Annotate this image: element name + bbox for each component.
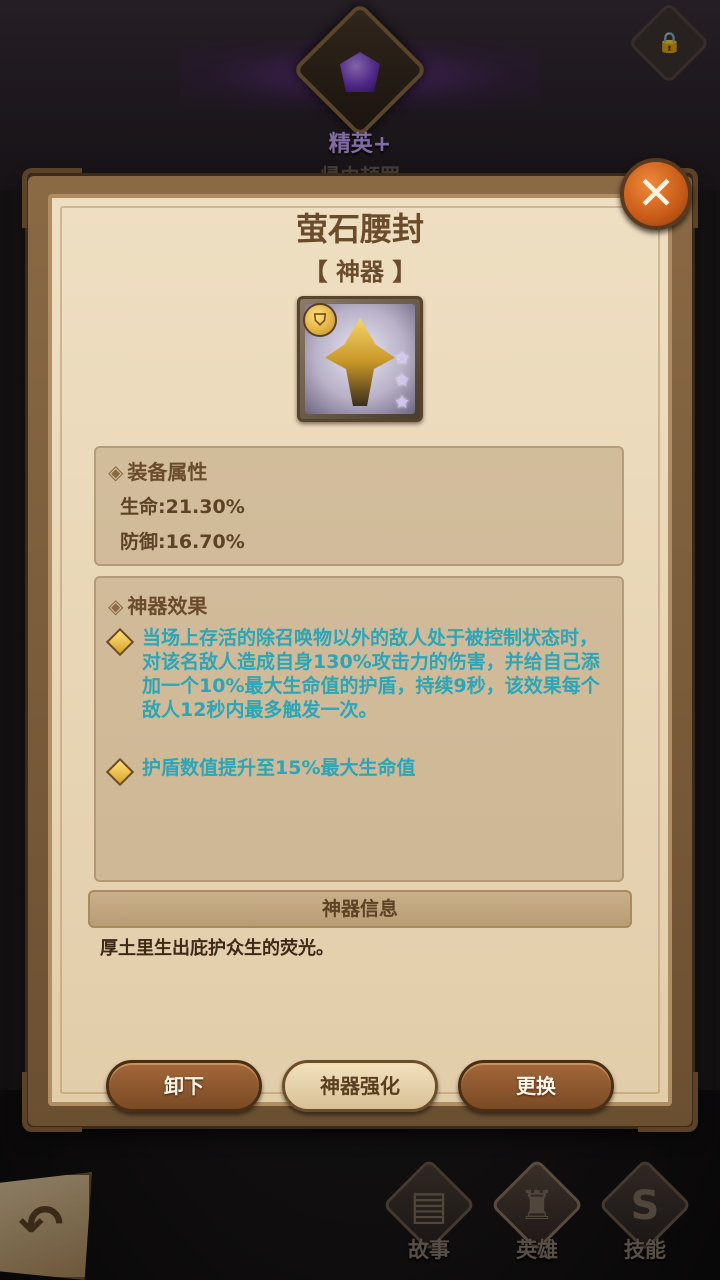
info-heading: 神器信息	[321, 898, 398, 920]
frame-corner-ornament	[638, 1072, 698, 1132]
item-type-label: 【 神器 】	[303, 258, 417, 286]
attribute-line: 防御:16.70%	[120, 531, 245, 553]
artifact-info-bar: 神器信息	[88, 890, 632, 928]
shield-glyph: ⛉	[313, 310, 326, 329]
attributes-heading-text: 装备属性	[127, 460, 208, 484]
diamond-bullet-icon: ◈	[108, 594, 124, 618]
star-icon: ★	[394, 370, 411, 391]
effect-text: 当场上存活的除召唤物以外的敌人处于被控制状态时，对该名敌人造成自身130%攻击力…	[142, 627, 600, 721]
attributes-heading: ◈ 装备属性	[108, 456, 207, 485]
diamond-bullet-icon: ◈	[108, 460, 124, 484]
gold-diamond-icon	[105, 757, 135, 787]
effects-heading-text: 神器效果	[127, 594, 208, 618]
artifact-flavor-text: 厚土里生出庇护众生的荧光。	[100, 938, 334, 959]
attribute-line: 生命:21.30%	[120, 496, 245, 518]
gold-diamond-icon	[105, 627, 135, 657]
effect-text: 护盾数值提升至15%最大生命值	[142, 757, 416, 779]
effect-item: 当场上存活的除召唤物以外的敌人处于被控制状态时，对该名敌人造成自身130%攻击力…	[105, 626, 616, 746]
replace-button[interactable]: 更换	[458, 1060, 614, 1112]
effect-item: 护盾数值提升至15%最大生命值	[105, 756, 616, 787]
star-icon: ★	[394, 348, 411, 369]
star-icon: ★	[394, 392, 411, 413]
frame-corner-ornament	[22, 1072, 82, 1132]
effects-heading: ◈ 神器效果	[108, 590, 207, 619]
unequip-button[interactable]: 卸下	[106, 1060, 262, 1112]
item-title: 萤石腰封	[295, 210, 424, 248]
enhance-artifact-button[interactable]: 神器强化	[282, 1060, 438, 1112]
